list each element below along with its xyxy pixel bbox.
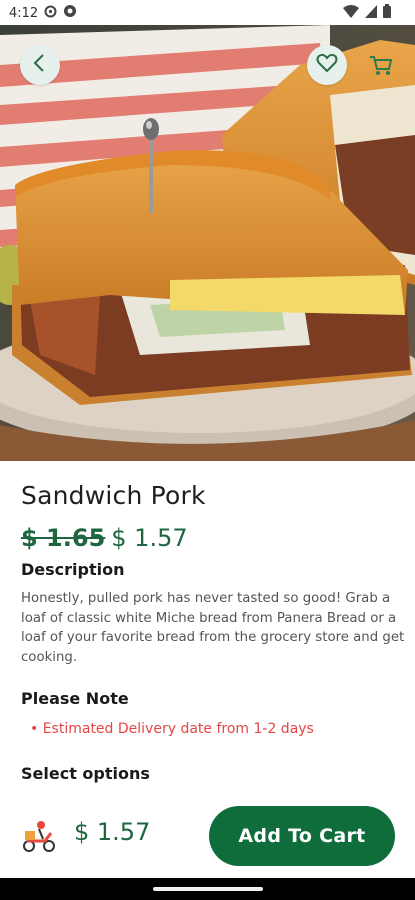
at-sign-icon: [63, 4, 77, 22]
old-price: $ 1.65: [21, 524, 106, 552]
description-text: Honestly, pulled pork has never tasted s…: [21, 591, 405, 665]
signal-icon: [365, 4, 377, 22]
heart-outline-icon: [316, 53, 338, 77]
back-button[interactable]: [20, 45, 60, 85]
product-title: Sandwich Pork: [21, 481, 206, 510]
please-note-heading: Please Note: [21, 689, 129, 708]
bottom-price: $ 1.57: [74, 818, 151, 846]
status-right: [343, 4, 391, 22]
delivery-scooter-icon: [21, 819, 57, 853]
battery-icon: [383, 4, 391, 22]
select-options-heading: Select options: [21, 764, 150, 783]
price-row: $ 1.65 $ 1.57: [21, 524, 188, 552]
settings-icon: [44, 5, 57, 22]
wifi-icon: [343, 4, 359, 22]
delivery-note: • Estimated Delivery date from 1-2 days: [30, 721, 314, 737]
status-bar: 4:12: [0, 0, 415, 25]
home-gesture-pill[interactable]: [153, 887, 263, 891]
cart-icon[interactable]: [369, 55, 393, 77]
status-time: 4:12: [9, 5, 39, 21]
add-to-cart-button[interactable]: Add To Cart: [209, 806, 395, 866]
favorite-button[interactable]: [307, 45, 347, 85]
status-left: 4:12: [9, 4, 77, 22]
chevron-left-icon: [32, 53, 48, 77]
product-image: [0, 25, 415, 461]
description-heading: Description: [21, 560, 125, 579]
current-price: $ 1.57: [111, 524, 188, 552]
